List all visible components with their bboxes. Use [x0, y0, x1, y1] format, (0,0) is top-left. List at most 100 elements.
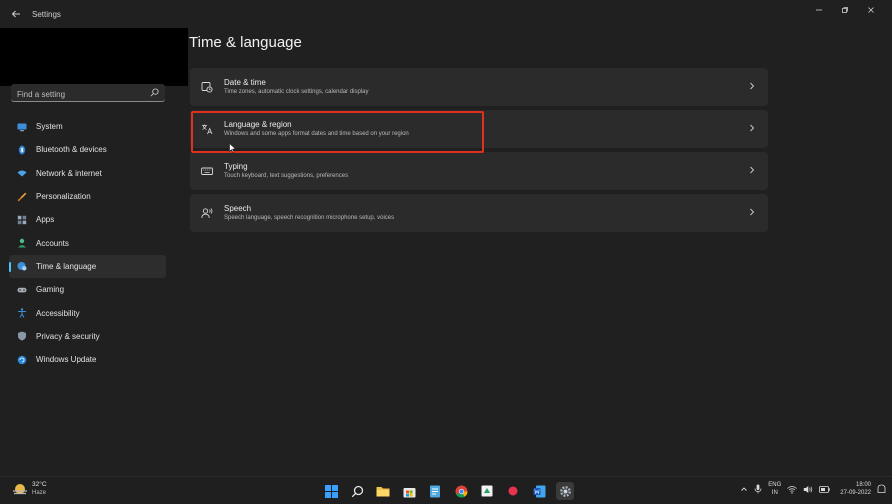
minimize-icon: [816, 9, 822, 11]
brush-icon: [17, 192, 27, 202]
close-button[interactable]: [858, 0, 884, 20]
taskbar-search-button[interactable]: [348, 482, 366, 500]
language-indicator[interactable]: ENG IN: [768, 481, 781, 497]
sidebar-item-accessibility[interactable]: Accessibility: [9, 301, 166, 324]
page-title: Time & language: [189, 34, 302, 51]
volume-tray[interactable]: [803, 485, 813, 494]
sidebar-item-label: System: [36, 122, 63, 132]
microphone-icon: [754, 484, 762, 494]
wifi-tray[interactable]: [787, 485, 798, 494]
sidebar-item-accounts[interactable]: Accounts: [9, 231, 166, 254]
settings-cards: Date & time Time zones, automatic clock …: [190, 68, 768, 236]
app-red-button[interactable]: [504, 482, 522, 500]
battery-tray[interactable]: [819, 485, 831, 493]
chevron-right-icon: [750, 166, 755, 174]
battery-icon: [819, 485, 831, 493]
card-subtitle: Speech language, speech recognition micr…: [224, 214, 395, 221]
back-button[interactable]: [2, 0, 30, 28]
sidebar-nav: System Bluetooth & devices Network & int…: [9, 115, 166, 371]
settings-button[interactable]: [556, 482, 574, 500]
speech-icon: [200, 206, 214, 220]
monitor-icon: [17, 122, 27, 132]
search-icon[interactable]: [150, 88, 159, 97]
word-button[interactable]: [530, 482, 548, 500]
sidebar-item-privacy[interactable]: Privacy & security: [9, 325, 166, 348]
card-language-region[interactable]: Language & region Windows and some apps …: [190, 110, 768, 148]
start-icon: [324, 484, 338, 498]
clock[interactable]: 18:00 27-09-2022: [840, 481, 871, 497]
chrome-icon: [455, 485, 467, 498]
app-red-icon: [508, 486, 518, 496]
sidebar-item-label: Privacy & security: [36, 331, 100, 341]
sidebar-item-label: Gaming: [36, 285, 65, 295]
search-icon: [351, 485, 363, 497]
globe-clock-icon: [17, 261, 27, 271]
sidebar-item-time-language[interactable]: Time & language: [9, 254, 166, 279]
sidebar-item-label: Time & language: [36, 261, 97, 271]
weather-widget[interactable]: 32°C Haze: [12, 481, 47, 497]
window-controls: [806, 0, 884, 20]
sidebar-item-label: Network & internet: [36, 168, 102, 178]
minimize-button[interactable]: [806, 0, 832, 20]
notepad-button[interactable]: [426, 482, 444, 500]
mouse-cursor-icon: [229, 143, 237, 153]
notification-icon: [877, 484, 886, 493]
weather-haze-icon: [13, 484, 27, 495]
card-title: Typing: [224, 161, 248, 171]
card-subtitle: Touch keyboard, text suggestions, prefer…: [224, 172, 349, 179]
wifi-icon: [787, 485, 798, 494]
card-date-time[interactable]: Date & time Time zones, automatic clock …: [190, 68, 768, 106]
sidebar-item-network[interactable]: Network & internet: [9, 162, 166, 185]
notepad-icon: [430, 485, 440, 497]
store-button[interactable]: [400, 482, 418, 500]
language-icon: [200, 122, 214, 136]
profile-redacted: [0, 28, 188, 86]
app-green-button[interactable]: [478, 482, 496, 500]
settings-icon: [559, 485, 571, 497]
sidebar-item-label: Windows Update: [36, 355, 97, 365]
microphone-tray[interactable]: [754, 484, 762, 494]
sidebar-item-windows-update[interactable]: Windows Update: [9, 348, 166, 371]
sidebar-item-label: Accounts: [36, 238, 69, 248]
region-code: IN: [771, 490, 778, 496]
apps-icon: [17, 215, 27, 225]
update-icon: [17, 355, 27, 365]
sidebar-item-label: Personalization: [36, 192, 91, 202]
chevron-up-icon: [741, 487, 748, 491]
search-input[interactable]: [11, 86, 165, 103]
search-box[interactable]: [11, 84, 165, 103]
card-typing[interactable]: Typing Touch keyboard, text suggestions,…: [190, 152, 768, 190]
weather-condition: Haze: [32, 490, 47, 496]
card-subtitle: Time zones, automatic clock settings, ca…: [224, 88, 369, 95]
arrow-left-icon: [11, 10, 20, 18]
taskbar: 32°C Haze ENG IN 18:00 27-09-2022: [0, 476, 892, 504]
sidebar-item-personalization[interactable]: Personalization: [9, 185, 166, 208]
notifications-button[interactable]: [877, 484, 886, 494]
system-tray: ENG IN 18:00 27-09-2022: [740, 481, 886, 497]
chrome-button[interactable]: [452, 482, 470, 500]
sidebar-item-label: Accessibility: [36, 308, 80, 318]
app-title: Settings: [32, 9, 61, 19]
show-hidden-icons-button[interactable]: [740, 485, 748, 493]
app-green-icon: [481, 485, 493, 497]
sidebar-item-gaming[interactable]: Gaming: [9, 278, 166, 301]
card-title: Speech: [224, 203, 252, 213]
chevron-right-icon: [750, 82, 755, 90]
bluetooth-icon: [17, 145, 27, 155]
clock-icon: [200, 80, 214, 94]
start-button[interactable]: [322, 482, 340, 500]
sidebar-item-label: Apps: [36, 215, 55, 225]
chevron-right-icon: [750, 124, 755, 132]
settings-window: Settings System Bluetooth & devices Netw…: [0, 0, 892, 476]
restore-icon: [842, 7, 848, 13]
restore-button[interactable]: [832, 0, 858, 20]
sidebar-item-bluetooth[interactable]: Bluetooth & devices: [9, 138, 166, 161]
file-explorer-button[interactable]: [374, 482, 392, 500]
sidebar-item-system[interactable]: System: [9, 115, 166, 138]
word-icon: [533, 485, 545, 497]
gamepad-icon: [17, 285, 27, 295]
taskbar-apps: [322, 482, 574, 500]
card-title: Date & time: [224, 77, 266, 87]
sidebar-item-apps[interactable]: Apps: [9, 208, 166, 231]
card-speech[interactable]: Speech Speech language, speech recogniti…: [190, 194, 768, 232]
